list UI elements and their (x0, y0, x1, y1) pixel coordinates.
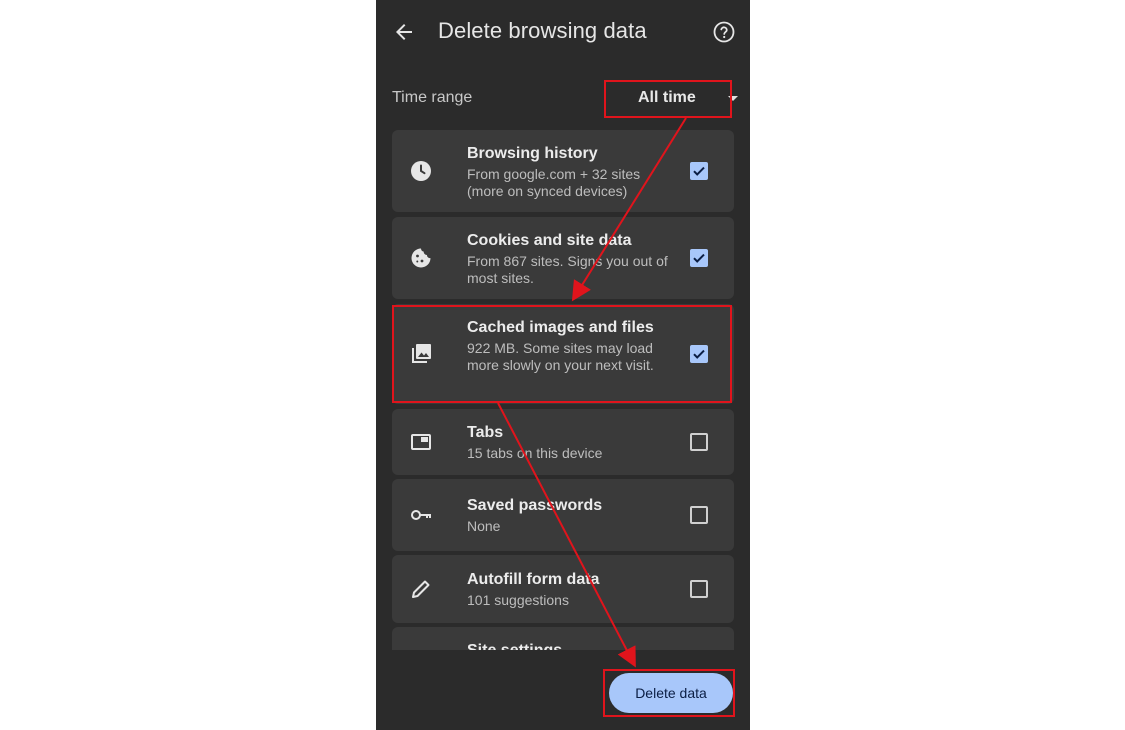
arrow-back-icon[interactable] (392, 20, 416, 44)
item-label: Tabs (467, 424, 504, 441)
item-cached-images[interactable]: Cached images and files 922 MB. Some sit… (392, 304, 734, 404)
item-cookies[interactable]: Cookies and site data From 867 sites. Si… (392, 217, 734, 299)
clock-icon (409, 159, 433, 183)
image-stack-icon (409, 342, 433, 366)
settings-icon (409, 649, 433, 650)
item-description: From 867 sites. Signs you out of most si… (467, 253, 668, 286)
checkbox-saved-passwords[interactable] (690, 506, 708, 524)
delete-data-button[interactable]: Delete data (609, 673, 733, 713)
phone-screen: Delete browsing data Time range All time… (376, 0, 750, 730)
item-site-settings[interactable]: Site settings (392, 627, 734, 650)
item-saved-passwords[interactable]: Saved passwords None (392, 479, 734, 551)
page-title: Delete browsing data (438, 18, 647, 43)
checkbox-cookies[interactable] (690, 249, 708, 267)
item-description: 15 tabs on this device (467, 445, 603, 461)
item-description: From google.com + 32 sites (more on sync… (467, 166, 641, 199)
checkbox-tabs[interactable] (690, 433, 708, 451)
time-range-dropdown[interactable]: All time (624, 82, 744, 114)
data-type-list: Browsing history From google.com + 32 si… (392, 130, 734, 650)
item-label: Saved passwords (467, 497, 603, 514)
item-autofill[interactable]: Autofill form data 101 suggestions (392, 555, 734, 623)
time-range-value: All time (638, 89, 696, 106)
item-label: Cookies and site data (467, 232, 632, 249)
checkbox-cached-images[interactable] (690, 345, 708, 363)
key-icon (409, 503, 433, 527)
item-label: Autofill form data (467, 571, 600, 588)
checkbox-autofill[interactable] (690, 580, 708, 598)
checkbox-browsing-history[interactable] (690, 162, 708, 180)
item-description: 101 suggestions (467, 592, 569, 608)
item-label: Browsing history (467, 145, 598, 162)
pencil-icon (409, 577, 433, 601)
dropdown-caret-icon (728, 96, 738, 101)
item-label: Cached images and files (467, 319, 654, 336)
item-description: 922 MB. Some sites may load more slowly … (467, 340, 654, 373)
time-range-label: Time range (392, 89, 473, 106)
time-range-row: Time range All time (392, 86, 738, 114)
item-tabs[interactable]: Tabs 15 tabs on this device (392, 409, 734, 475)
item-description: None (467, 518, 501, 534)
cookie-icon (409, 246, 433, 270)
item-label: Site settings (467, 641, 678, 650)
tab-icon (409, 430, 433, 454)
help-circle-icon[interactable] (712, 20, 736, 44)
top-app-bar: Delete browsing data (376, 0, 750, 66)
item-browsing-history[interactable]: Browsing history From google.com + 32 si… (392, 130, 734, 212)
